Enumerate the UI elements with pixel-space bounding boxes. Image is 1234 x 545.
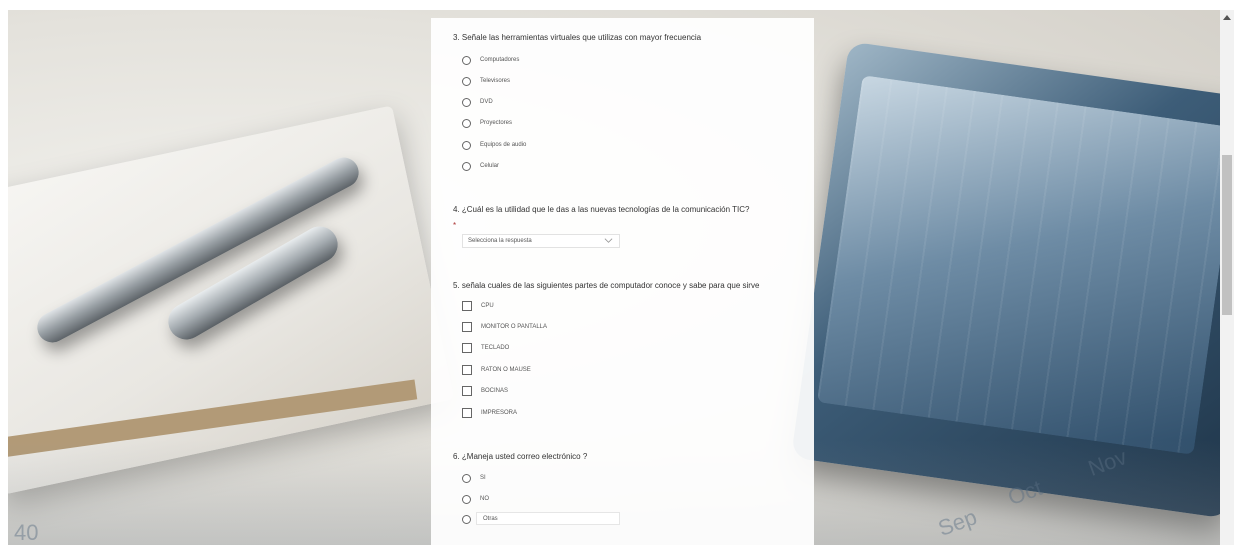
q6-option[interactable]: SI <box>462 471 486 485</box>
q3-option[interactable]: Proyectores <box>462 116 512 130</box>
q6-option[interactable]: NO <box>462 492 489 506</box>
option-label: TECLADO <box>481 345 510 351</box>
q3-option[interactable]: DVD <box>462 95 493 109</box>
q3-option[interactable]: Equipos de audio <box>462 138 526 152</box>
checkbox[interactable] <box>462 343 472 353</box>
q3-option[interactable]: Celular <box>462 159 499 173</box>
option-label: Proyectores <box>480 120 513 126</box>
other-text-input[interactable]: Otras <box>476 512 620 525</box>
radio-button[interactable] <box>462 161 471 171</box>
radio-button[interactable] <box>462 97 471 107</box>
q6-option-other[interactable] <box>462 512 471 526</box>
radio-button[interactable] <box>462 76 471 86</box>
checkbox[interactable] <box>462 408 472 418</box>
q3-option[interactable]: Computadores <box>462 53 519 67</box>
q5-option[interactable]: IMPRESORA <box>462 406 517 420</box>
form-panel: 3. Señale las herramientas virtuales que… <box>431 18 814 545</box>
option-label: MONITOR O PANTALLA <box>481 324 548 330</box>
checkbox[interactable] <box>462 365 472 375</box>
option-label: Equipos de audio <box>480 142 527 148</box>
scroll-thumb[interactable] <box>1222 155 1232 315</box>
radio-button[interactable] <box>462 494 471 504</box>
dropdown-placeholder: Selecciona la respuesta <box>468 238 532 244</box>
question-5-title: 5. señala cuales de las siguientes parte… <box>453 281 760 290</box>
chevron-down-icon <box>604 236 613 247</box>
q5-option[interactable]: BOCINAS <box>462 384 508 398</box>
radio-button[interactable] <box>462 118 471 128</box>
radio-button[interactable] <box>462 473 471 483</box>
question-3-title: 3. Señale las herramientas virtuales que… <box>453 33 702 42</box>
vertical-scrollbar[interactable] <box>1220 10 1234 545</box>
option-label: DVD <box>480 99 493 105</box>
required-marker: * <box>453 221 457 230</box>
radio-button[interactable] <box>462 140 471 150</box>
option-label: Celular <box>480 163 500 169</box>
checkbox[interactable] <box>462 301 472 311</box>
other-input-placeholder: Otras <box>483 515 498 522</box>
option-label: CPU <box>481 303 494 309</box>
option-label: Televisores <box>480 78 511 84</box>
option-label: BOCINAS <box>481 388 509 394</box>
q5-option[interactable]: TECLADO <box>462 341 509 355</box>
background-tablet-screen <box>816 75 1220 455</box>
scroll-up-arrow-icon[interactable] <box>1223 13 1231 22</box>
question-4-title: 4. ¿Cuál es la utilidad que le das a las… <box>453 205 750 214</box>
checkbox[interactable] <box>462 386 472 396</box>
option-label: NO <box>480 496 489 502</box>
checkbox[interactable] <box>462 322 472 332</box>
radio-button[interactable] <box>462 514 471 524</box>
option-label: SI <box>480 475 486 481</box>
q5-option[interactable]: CPU <box>462 299 494 313</box>
radio-button[interactable] <box>462 55 471 65</box>
option-label: RATON O MAUSE <box>481 367 531 373</box>
background-text: 40 <box>14 520 39 545</box>
q5-option[interactable]: RATON O MAUSE <box>462 363 531 377</box>
option-label: Computadores <box>480 57 520 63</box>
answer-dropdown[interactable]: Selecciona la respuesta <box>462 234 620 248</box>
q3-option[interactable]: Televisores <box>462 74 510 88</box>
option-label: IMPRESORA <box>481 410 518 416</box>
question-6-title: 6. ¿Maneja usted correo electrónico ? <box>453 452 588 461</box>
q5-option[interactable]: MONITOR O PANTALLA <box>462 320 547 334</box>
